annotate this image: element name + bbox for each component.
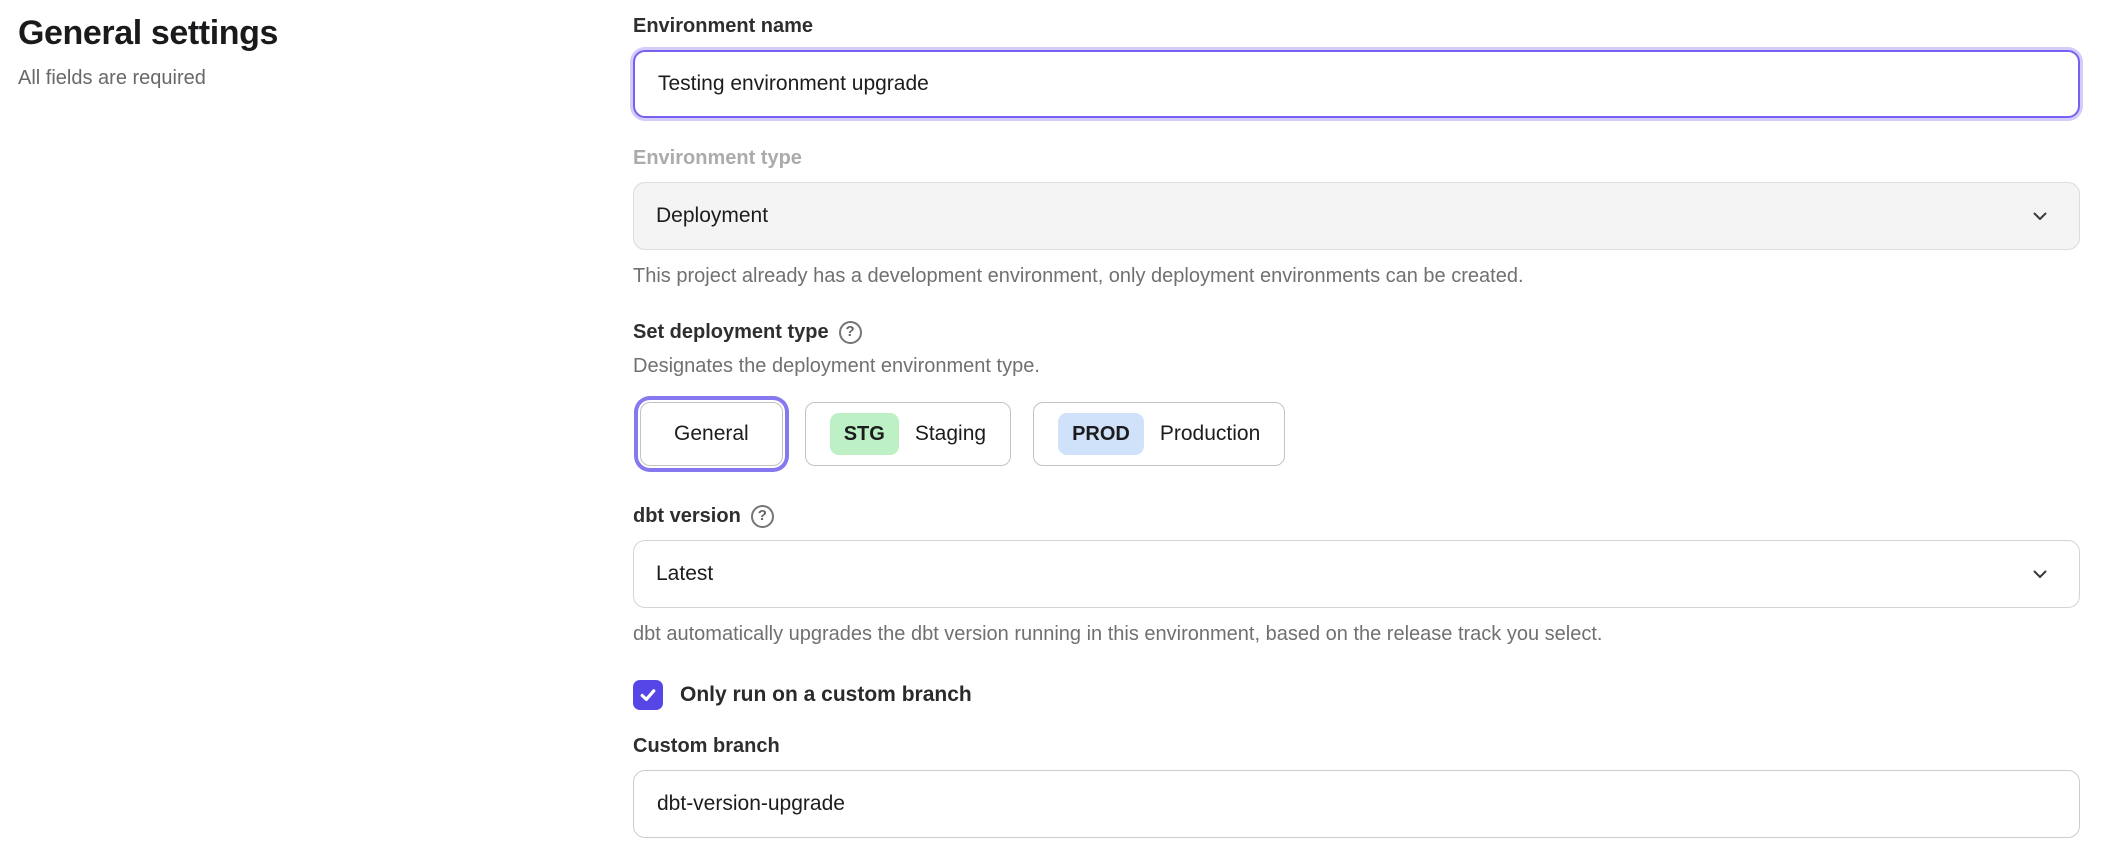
environment-type-value: Deployment <box>656 204 768 228</box>
chevron-down-icon <box>2029 563 2051 585</box>
dbt-version-label-row: dbt version ? <box>633 502 2080 530</box>
custom-branch-checkbox[interactable] <box>633 680 663 710</box>
staging-badge: STG <box>830 413 899 455</box>
question-circle-icon[interactable]: ? <box>751 505 774 528</box>
environment-type-helper: This project already has a development e… <box>633 262 2080 290</box>
production-badge: PROD <box>1058 413 1144 455</box>
environment-name-label: Environment name <box>633 12 2080 40</box>
check-icon <box>638 685 658 705</box>
deployment-type-description: Designates the deployment environment ty… <box>633 352 2080 380</box>
dbt-version-label: dbt version <box>633 502 741 530</box>
deployment-type-options: General STG Staging PROD Production <box>633 396 2080 472</box>
deployment-type-label: Set deployment type <box>633 318 829 346</box>
deployment-type-staging-button[interactable]: STG Staging <box>805 402 1011 466</box>
page-title: General settings <box>18 10 278 56</box>
deployment-type-general-button[interactable]: General <box>640 402 783 466</box>
dbt-version-helper: dbt automatically upgrades the dbt versi… <box>633 620 2080 648</box>
custom-branch-label: Custom branch <box>633 732 2080 760</box>
page-subtitle: All fields are required <box>18 64 278 92</box>
environment-type-label: Environment type <box>633 144 2080 172</box>
deployment-type-production-label: Production <box>1160 422 1260 446</box>
environment-settings-form: Environment name Environment type Deploy… <box>633 0 2080 838</box>
environment-type-select[interactable]: Deployment <box>633 182 2080 250</box>
deployment-type-label-row: Set deployment type ? <box>633 318 2080 346</box>
custom-branch-input[interactable] <box>633 770 2080 838</box>
dbt-version-select[interactable]: Latest <box>633 540 2080 608</box>
dbt-version-value: Latest <box>656 562 713 586</box>
chevron-down-icon <box>2029 205 2051 227</box>
custom-branch-checkbox-label: Only run on a custom branch <box>680 683 972 707</box>
environment-name-input[interactable] <box>633 50 2080 118</box>
page-header: General settings All fields are required <box>18 10 278 92</box>
custom-branch-checkbox-row[interactable]: Only run on a custom branch <box>633 680 2080 710</box>
deployment-type-general-label: General <box>674 422 749 446</box>
question-circle-icon[interactable]: ? <box>839 321 862 344</box>
deployment-type-staging-label: Staging <box>915 422 986 446</box>
deployment-type-production-button[interactable]: PROD Production <box>1033 402 1285 466</box>
